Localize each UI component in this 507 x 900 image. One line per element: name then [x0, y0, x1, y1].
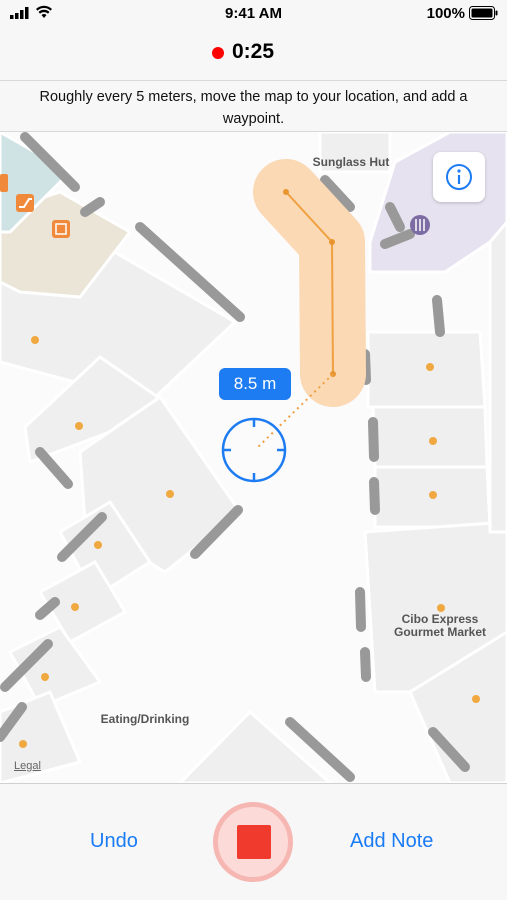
waypoint-dot — [283, 189, 289, 195]
map-store-block — [371, 405, 489, 469]
map-canvas — [0, 132, 507, 783]
waypoint-dot — [329, 239, 335, 245]
info-button[interactable] — [433, 152, 485, 202]
battery-icon — [469, 6, 498, 20]
undo-button[interactable]: Undo — [90, 830, 138, 853]
distance-badge: 8.5 m — [219, 368, 291, 400]
map-store-block — [488, 220, 507, 534]
instruction-banner: Roughly every 5 meters, move the map to … — [0, 80, 507, 132]
map-label-cibo-line1: Cibo Express — [401, 612, 479, 626]
recording-elapsed-time: 0:25 — [232, 40, 275, 63]
map-store-block — [366, 330, 487, 409]
battery-percent: 100% — [426, 5, 465, 22]
recording-indicator-icon — [212, 47, 224, 59]
add-note-button[interactable]: Add Note — [350, 830, 433, 853]
elevator-icon — [52, 220, 70, 238]
map-label-cibo-line2: Gourmet Market — [393, 625, 487, 639]
indoor-map[interactable] — [0, 132, 507, 783]
status-bar: 9:41 AM 100% — [0, 0, 507, 28]
stop-icon[interactable] — [237, 825, 271, 859]
info-icon — [446, 164, 472, 190]
map-label-sunglass-hut: Sunglass Hut — [312, 155, 390, 169]
legal-link[interactable]: Legal — [14, 760, 41, 772]
map-label-eating-drinking: Eating/Drinking — [100, 712, 190, 726]
location-reticle-icon — [221, 417, 287, 483]
recorded-path-highlight — [253, 159, 366, 407]
escalator-icon — [0, 174, 8, 192]
escalator-icon — [16, 194, 34, 212]
